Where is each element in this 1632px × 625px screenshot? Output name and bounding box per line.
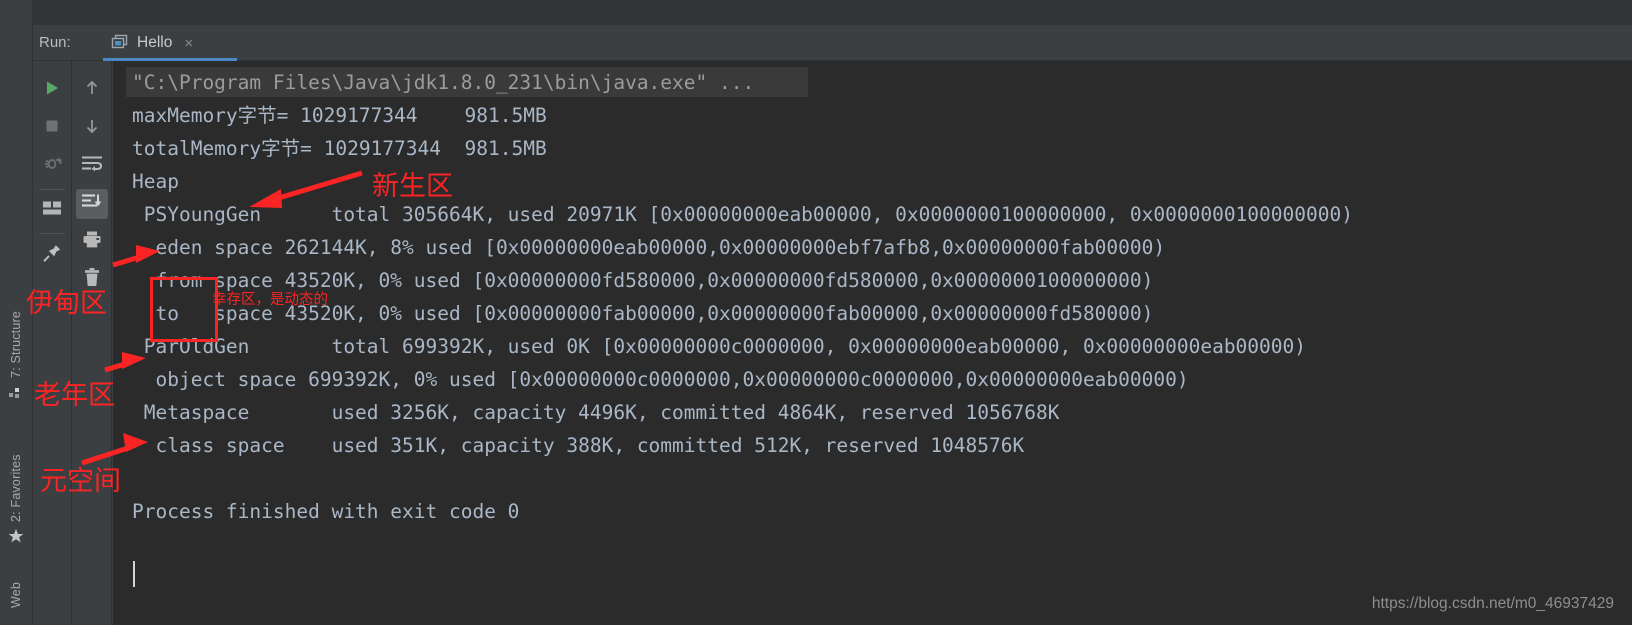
layout-icon (42, 200, 62, 221)
run-toolbar-left (33, 61, 72, 625)
close-icon[interactable]: × (184, 35, 193, 52)
sidebar-item-web-label: Web (9, 581, 23, 608)
toolbar-separator-2 (39, 233, 65, 234)
top-strip-dark (33, 0, 1632, 25)
console-line: PSYoungGen total 305664K, used 20971K [0… (132, 203, 1353, 226)
soft-wrap-icon (81, 155, 103, 177)
watermark: https://blog.csdn.net/m0_46937429 (1371, 595, 1614, 612)
console-line: object space 699392K, 0% used [0x0000000… (132, 368, 1189, 391)
tab-hello-label: Hello (137, 34, 173, 51)
stop-button[interactable] (36, 113, 68, 143)
structure-icon (8, 386, 23, 401)
tab-hello[interactable]: Hello × (103, 25, 201, 61)
arrow-up-icon (83, 79, 101, 102)
clear-all-button[interactable] (76, 265, 108, 295)
bug-rerun-icon (42, 155, 62, 178)
run-tab-bar: Run: Hello × (33, 25, 1632, 61)
console-line: Process finished with exit code 0 (132, 500, 520, 523)
printer-icon (82, 230, 102, 254)
trash-icon (83, 268, 101, 292)
run-configuration-icon (111, 34, 129, 52)
run-label: Run: (39, 34, 71, 51)
rerun-button[interactable] (36, 75, 68, 105)
arrow-down-icon (83, 117, 101, 140)
console-line: ParOldGen total 699392K, used 0K [0x0000… (132, 335, 1306, 358)
console-line: class space used 351K, capacity 388K, co… (132, 434, 1025, 457)
console-line: maxMemory字节= 1029177344 981.5MB (132, 104, 547, 127)
toggle-layout-button[interactable] (36, 195, 68, 225)
scroll-to-end-button[interactable] (76, 189, 108, 219)
stop-square-icon (43, 117, 61, 140)
left-tool-rail: 7: Structure 2: Favorites Web (0, 0, 33, 625)
console-output[interactable]: "C:\Program Files\Java\jdk1.8.0_231\bin\… (113, 61, 1632, 625)
pin-tab-button[interactable] (36, 240, 68, 270)
down-button[interactable] (76, 113, 108, 143)
sidebar-item-structure-label: 7: Structure (9, 310, 23, 378)
console-caret (133, 561, 135, 587)
console-line: totalMemory字节= 1029177344 981.5MB (132, 137, 547, 160)
soft-wrap-button[interactable] (76, 151, 108, 181)
ide-run-tool-window: 7: Structure 2: Favorites Web Run: Hello… (0, 0, 1632, 625)
console-line: from space 43520K, 0% used [0x00000000fd… (132, 269, 1154, 292)
sidebar-item-favorites-label: 2: Favorites (9, 454, 23, 522)
console-line: "C:\Program Files\Java\jdk1.8.0_231\bin\… (132, 71, 755, 94)
toolbar-separator-1 (39, 189, 65, 190)
console-line: Heap (132, 170, 179, 193)
print-button[interactable] (76, 227, 108, 257)
play-icon (43, 79, 61, 102)
console-line: eden space 262144K, 8% used [0x00000000e… (132, 236, 1166, 259)
console-line: Metaspace used 3256K, capacity 4496K, co… (132, 401, 1060, 424)
run-toolbar-console (72, 61, 112, 625)
rerun-failed-tests-button[interactable] (36, 151, 68, 181)
up-button[interactable] (76, 75, 108, 105)
scroll-to-end-icon (81, 193, 102, 215)
console-line: to space 43520K, 0% used [0x00000000fab0… (132, 302, 1154, 325)
star-icon (8, 528, 24, 543)
pin-icon (42, 243, 62, 268)
